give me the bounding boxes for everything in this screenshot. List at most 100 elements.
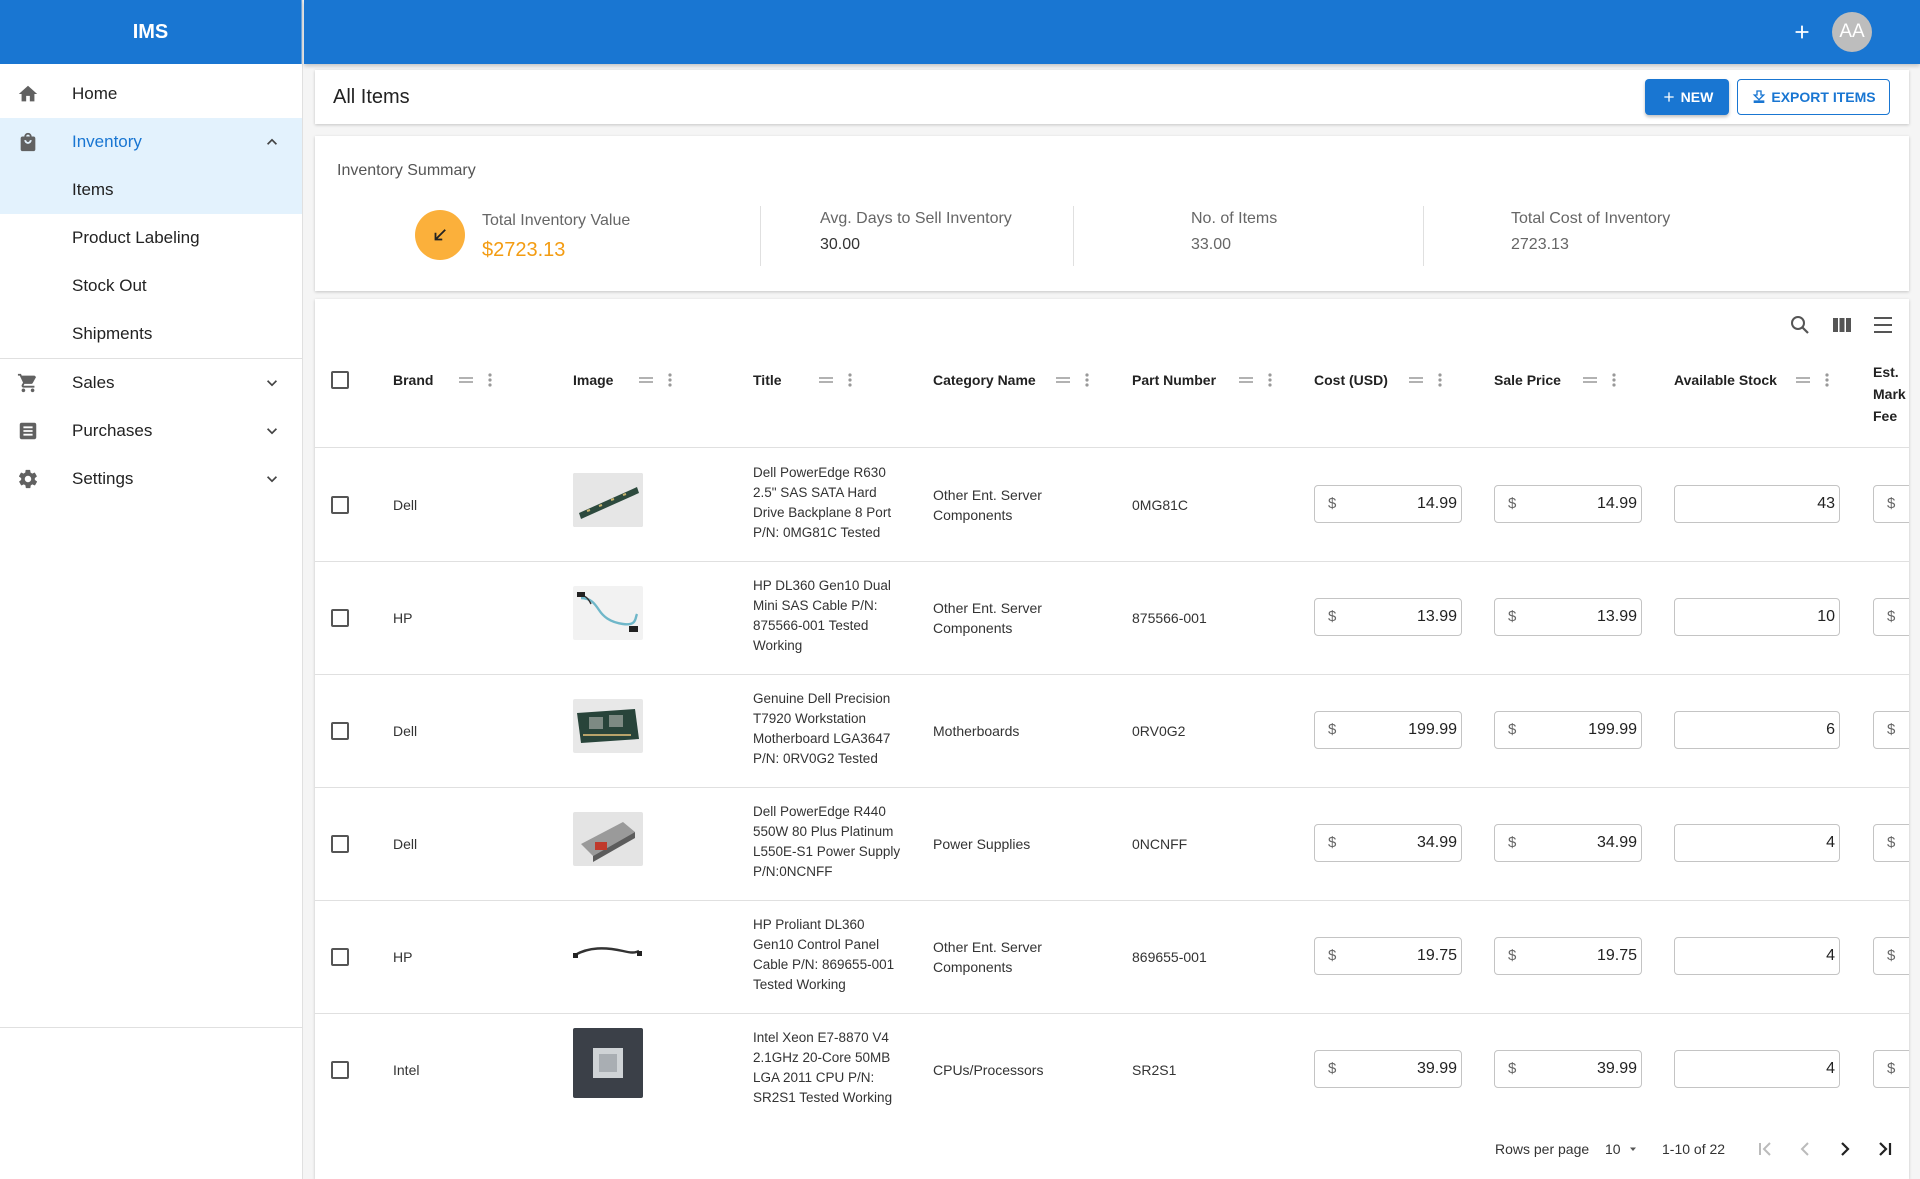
chevron-down-icon[interactable] bbox=[262, 373, 282, 393]
stock-input[interactable]: 4 bbox=[1674, 824, 1840, 862]
column-header-cost[interactable]: Cost (USD) bbox=[1314, 372, 1388, 388]
row-checkbox[interactable] bbox=[331, 609, 349, 627]
market-fee-input[interactable]: $ bbox=[1873, 1050, 1909, 1088]
density-icon[interactable] bbox=[1871, 313, 1895, 337]
top-app-bar: AA bbox=[304, 0, 1920, 64]
pagination-range: 1-10 of 22 bbox=[1662, 1141, 1726, 1157]
new-item-button[interactable]: NEW bbox=[1645, 79, 1729, 115]
add-icon[interactable] bbox=[1788, 18, 1816, 46]
column-tools-icon[interactable] bbox=[816, 370, 860, 390]
sidebar-item-settings[interactable]: Settings bbox=[0, 455, 302, 503]
table-row[interactable]: Dell Dell PowerEdge R630 2.5" SAS SATA H… bbox=[315, 449, 1909, 562]
column-header-image[interactable]: Image bbox=[573, 372, 613, 388]
column-header-title[interactable]: Title bbox=[753, 372, 782, 388]
table-row[interactable]: HP HP Proliant DL360 Gen10 Control Panel… bbox=[315, 901, 1909, 1014]
column-header-est-market-fee[interactable]: Est. Mark Fee bbox=[1873, 361, 1909, 427]
product-image[interactable] bbox=[573, 586, 643, 640]
sale-price-input[interactable]: $ 13.99 bbox=[1494, 598, 1642, 636]
sidebar-subitem-product-labeling[interactable]: Product Labeling bbox=[0, 214, 302, 262]
market-fee-input[interactable]: $ bbox=[1873, 598, 1909, 636]
column-header-sale-price[interactable]: Sale Price bbox=[1494, 372, 1561, 388]
cost-input[interactable]: $ 19.75 bbox=[1314, 937, 1462, 975]
product-image[interactable] bbox=[573, 699, 643, 753]
sale-price-input[interactable]: $ 199.99 bbox=[1494, 711, 1642, 749]
table-row[interactable]: Dell Genuine Dell Precision T7920 Workst… bbox=[315, 675, 1909, 788]
sale-price-input[interactable]: $ 14.99 bbox=[1494, 485, 1642, 523]
sale-price-value: 39.99 bbox=[1596, 1060, 1637, 1077]
cost-input[interactable]: $ 199.99 bbox=[1314, 711, 1462, 749]
stock-value: 6 bbox=[1826, 721, 1835, 738]
column-tools-icon[interactable] bbox=[1406, 370, 1450, 390]
sidebar-subitem-items[interactable]: Items bbox=[0, 166, 302, 214]
row-checkbox[interactable] bbox=[331, 1061, 349, 1079]
column-header-category[interactable]: Category Name bbox=[933, 372, 1036, 388]
currency-symbol: $ bbox=[1328, 495, 1337, 512]
sale-price-value: 19.75 bbox=[1596, 947, 1637, 964]
sidebar-item-inventory[interactable]: Inventory bbox=[0, 118, 302, 166]
column-tools-icon[interactable] bbox=[1793, 370, 1837, 390]
market-fee-input[interactable]: $ bbox=[1873, 824, 1909, 862]
column-header-part-number[interactable]: Part Number bbox=[1132, 372, 1216, 388]
select-all-checkbox[interactable] bbox=[331, 371, 349, 389]
column-header-available-stock[interactable]: Available Stock bbox=[1674, 372, 1777, 388]
stock-input[interactable]: 4 bbox=[1674, 937, 1840, 975]
market-fee-input[interactable]: $ bbox=[1873, 937, 1909, 975]
market-fee-input[interactable]: $ bbox=[1873, 485, 1909, 523]
column-tools-icon[interactable] bbox=[1236, 370, 1280, 390]
sale-price-input[interactable]: $ 19.75 bbox=[1494, 937, 1642, 975]
table-row[interactable]: Dell Dell PowerEdge R440 550W 80 Plus Pl… bbox=[315, 788, 1909, 901]
column-tools-icon[interactable] bbox=[636, 370, 680, 390]
cost-value: 19.75 bbox=[1416, 947, 1457, 964]
column-tools-icon[interactable] bbox=[1580, 370, 1624, 390]
stock-input[interactable]: 43 bbox=[1674, 485, 1840, 523]
sidebar-item-label: Home bbox=[72, 84, 118, 103]
row-checkbox[interactable] bbox=[331, 496, 349, 514]
brand-cell: HP bbox=[393, 949, 413, 965]
cost-input[interactable]: $ 34.99 bbox=[1314, 824, 1462, 862]
sidebar-item-home[interactable]: Home bbox=[0, 70, 302, 118]
sidebar-subitem-stock-out[interactable]: Stock Out bbox=[0, 262, 302, 310]
first-page-icon[interactable] bbox=[1753, 1137, 1777, 1161]
column-tools-icon[interactable] bbox=[1053, 370, 1097, 390]
product-image[interactable] bbox=[573, 925, 643, 979]
table-row[interactable]: HP HP DL360 Gen10 Dual Mini SAS Cable P/… bbox=[315, 562, 1909, 675]
row-checkbox[interactable] bbox=[331, 835, 349, 853]
next-page-icon[interactable] bbox=[1833, 1137, 1857, 1161]
chevron-up-icon[interactable] bbox=[262, 132, 282, 152]
stock-input[interactable]: 10 bbox=[1674, 598, 1840, 636]
market-fee-input[interactable]: $ bbox=[1873, 711, 1909, 749]
avatar[interactable]: AA bbox=[1832, 12, 1872, 52]
view-columns-icon[interactable] bbox=[1830, 313, 1854, 337]
cost-input[interactable]: $ 39.99 bbox=[1314, 1050, 1462, 1088]
sale-price-input[interactable]: $ 39.99 bbox=[1494, 1050, 1642, 1088]
previous-page-icon[interactable] bbox=[1793, 1137, 1817, 1161]
sidebar-item-purchases[interactable]: Purchases bbox=[0, 407, 302, 455]
chevron-down-icon[interactable] bbox=[262, 469, 282, 489]
stock-value: 43 bbox=[1817, 495, 1835, 512]
table-row[interactable]: Intel Intel Xeon E7-8870 V4 2.1GHz 20-Co… bbox=[315, 1014, 1909, 1111]
column-header-brand[interactable]: Brand bbox=[393, 372, 433, 388]
rows-per-page-select[interactable]: 10 bbox=[1605, 1141, 1639, 1157]
last-page-icon[interactable] bbox=[1873, 1137, 1897, 1161]
chevron-down-icon[interactable] bbox=[262, 421, 282, 441]
row-checkbox[interactable] bbox=[331, 722, 349, 740]
column-tools-icon[interactable] bbox=[456, 370, 500, 390]
stock-input[interactable]: 6 bbox=[1674, 711, 1840, 749]
cost-input[interactable]: $ 14.99 bbox=[1314, 485, 1462, 523]
product-image[interactable] bbox=[573, 1028, 643, 1098]
sidebar-item-sales[interactable]: Sales bbox=[0, 359, 302, 407]
sale-price-input[interactable]: $ 34.99 bbox=[1494, 824, 1642, 862]
sidebar-subitem-shipments[interactable]: Shipments bbox=[0, 310, 302, 358]
cost-input[interactable]: $ 13.99 bbox=[1314, 598, 1462, 636]
category-cell: Other Ent. Server Components bbox=[933, 600, 1042, 636]
row-checkbox[interactable] bbox=[331, 948, 349, 966]
product-image[interactable] bbox=[573, 812, 643, 866]
export-items-button[interactable]: EXPORT ITEMS bbox=[1737, 79, 1890, 115]
product-image[interactable] bbox=[573, 473, 643, 527]
stock-input[interactable]: 4 bbox=[1674, 1050, 1840, 1088]
export-button-label: EXPORT ITEMS bbox=[1771, 89, 1876, 105]
stat-value: 33.00 bbox=[1191, 236, 1232, 253]
plus-icon bbox=[1663, 92, 1674, 102]
app-brand[interactable]: IMS bbox=[0, 0, 302, 64]
search-icon[interactable] bbox=[1788, 313, 1812, 337]
